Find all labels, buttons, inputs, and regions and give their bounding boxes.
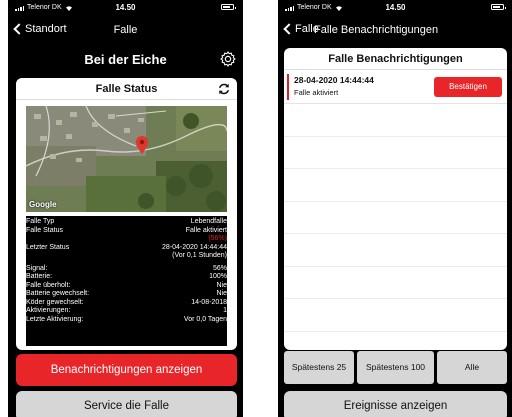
info-value: 28-04-2020 14:44:44	[162, 243, 227, 251]
info-label: Falle Typ	[26, 218, 55, 225]
info-row-last-status-sub: (Vor 0,1 Stunden)	[26, 252, 227, 261]
confirm-button[interactable]: Bestätigen	[434, 77, 502, 97]
trap-info-panel: Falle Typ Lebendfalle Falle Status Falle…	[26, 216, 227, 346]
gear-icon[interactable]	[219, 50, 237, 68]
location-map[interactable]: Google	[26, 106, 227, 212]
filter-all-button[interactable]: Alle	[437, 351, 507, 384]
back-chevron-icon	[283, 23, 295, 35]
empty-list-row	[284, 267, 507, 299]
info-value: Vor 0,0 Tagen	[183, 315, 227, 323]
show-events-button[interactable]: Ereignisse anzeigen	[284, 391, 507, 417]
info-subvalue: (Vor 0,1 Stunden)	[172, 252, 227, 259]
info-value: 100%	[209, 273, 227, 280]
battery-icon	[221, 4, 236, 10]
filter-buttons: Spätestens 25 Spätestens 100 Alle	[284, 351, 507, 384]
empty-list-row	[284, 137, 507, 169]
battery-icon	[491, 4, 506, 10]
info-label: Letzter Status	[26, 243, 70, 251]
info-row-last-activation: Letzte Aktivierung: Vor 0,0 Tagen	[26, 316, 227, 325]
info-row-status: Falle Status Falle aktiviert	[26, 227, 227, 236]
phone-screen-trap-notifications: Telenor DK 14.50 Falle Falle Benachricht…	[278, 0, 512, 417]
info-label: Falle Status	[26, 226, 63, 234]
refresh-icon[interactable]	[217, 82, 231, 96]
map-pin-icon	[136, 136, 148, 154]
info-label: Falle überholt:	[26, 281, 71, 289]
notification-marker	[287, 74, 289, 100]
filter-latest-25-button[interactable]: Spätestens 25	[284, 351, 354, 384]
info-value: Falle aktiviert	[185, 226, 227, 234]
show-notifications-button[interactable]: Benachrichtigungen anzeigen	[16, 354, 237, 386]
status-bar: Telenor DK 14.50	[278, 0, 512, 16]
nav-title: Falle Benachrichtigungen	[314, 24, 439, 36]
empty-list-row	[284, 202, 507, 234]
info-value: 1	[223, 307, 227, 314]
clock: 14.50	[115, 3, 136, 12]
info-row-battery-changed: Batterie gewechselt: Nie	[26, 290, 227, 299]
info-label: Köder gewechselt:	[26, 298, 84, 306]
info-row-type: Falle Typ Lebendfalle	[26, 218, 227, 227]
info-row-bait-changed: Köder gewechselt: 14-08-2018	[26, 299, 227, 308]
info-row-overhauled: Falle überholt: Nie	[26, 282, 227, 291]
info-row-signal: Signal: 56%	[26, 265, 227, 274]
nav-title: Falle	[113, 24, 138, 36]
phone-screen-trap-status: Telenor DK 14.50 Standort Falle Bei der …	[8, 0, 243, 417]
service-trap-button[interactable]: Service die Falle	[16, 391, 237, 417]
info-label: Signal:	[26, 264, 48, 272]
info-value: Nie	[216, 290, 227, 297]
empty-list-row	[284, 299, 507, 332]
info-value: 14-08-2018	[191, 298, 227, 306]
info-value: 56%	[212, 264, 227, 272]
info-value: Nie	[216, 281, 227, 289]
page-title: Bei der Eiche	[84, 52, 167, 67]
nav-bar: Falle Falle Benachrichtigungen	[278, 20, 512, 42]
notification-item: 28-04-2020 14:44:44 Falle aktiviert Best…	[284, 70, 507, 104]
status-percent: (56%)	[208, 235, 227, 242]
info-row-activations: Aktivierungen: 1	[26, 307, 227, 316]
info-label: Aktivierungen:	[26, 307, 71, 314]
empty-list-row	[284, 104, 507, 137]
map-attribution: Google	[29, 200, 57, 209]
notification-date: 28-04-2020 14:44:44	[294, 75, 374, 85]
info-label: Batterie:	[26, 273, 53, 280]
info-row-battery: Batterie: 100%	[26, 273, 227, 282]
map-satellite-view	[26, 106, 227, 212]
info-row-last-status: Letzter Status 28-04-2020 14:44:44	[26, 244, 227, 253]
nav-bar: Standort Falle	[8, 20, 243, 42]
info-label: Letzte Aktivierung:	[26, 315, 84, 323]
status-bar: Telenor DK 14.50	[8, 0, 243, 16]
card-title: Falle Status	[16, 78, 237, 100]
empty-list-row	[284, 169, 507, 202]
info-label: Batterie gewechselt:	[26, 290, 90, 297]
card-title: Falle Benachrichtigungen	[284, 48, 507, 70]
empty-list-row	[284, 234, 507, 267]
clock: 14.50	[385, 3, 406, 12]
notification-text: Falle aktiviert	[294, 88, 339, 97]
filter-latest-100-button[interactable]: Spätestens 100	[357, 351, 434, 384]
info-value: Lebendfalle	[190, 218, 227, 225]
trap-status-card: Falle Status Google Falle Typ Lebendfall…	[16, 78, 237, 350]
notifications-card: Falle Benachrichtigungen 28-04-2020 14:4…	[284, 48, 507, 350]
